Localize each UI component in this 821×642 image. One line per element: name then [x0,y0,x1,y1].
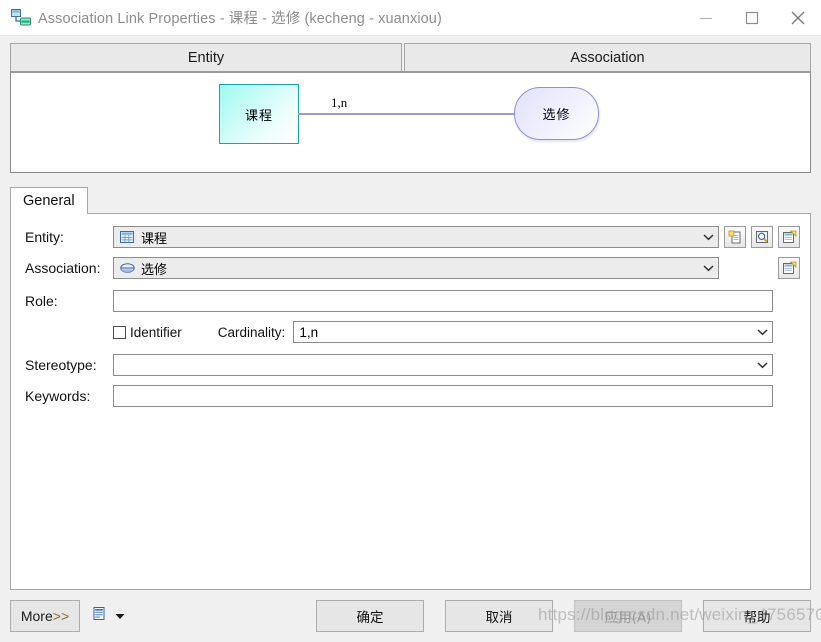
association-link-properties-dialog: Association Link Properties - 课程 - 选修 (k… [0,0,821,642]
association-value: 选修 [141,262,168,278]
apply-button: 应用(A) [574,600,682,632]
entity-chevron-down-icon[interactable] [698,233,718,241]
keywords-label: Keywords: [25,388,91,404]
cancel-button[interactable]: 取消 [445,600,553,632]
association-chevron-down-icon[interactable] [698,264,718,272]
role-input-wrapper[interactable] [113,290,773,312]
dialog-action-buttons: 确定 取消 应用(A) 帮助 [316,600,811,632]
minimize-button[interactable] [683,0,729,36]
general-tab-pane: Entity: 课程 Association: 选修 Role: Identif… [10,214,811,590]
entity-label: Entity: [25,229,64,245]
cardinality-label: Cardinality: [217,324,286,340]
identifier-label: Identifier [130,324,182,340]
association-ellipse-icon [118,261,136,275]
diagram-link-line [298,113,515,115]
maximize-button[interactable] [729,0,775,36]
entity-value: 课程 [141,231,168,247]
stereotype-row-spacer [778,354,800,376]
window-title: Association Link Properties - 课程 - 选修 (k… [38,11,442,27]
identifier-cardinality-row: Identifier Cardinality: 1,n [11,321,810,343]
entity-row: Entity: 课程 [11,226,810,248]
diagram-entity-label: 课程 [244,108,273,124]
diagram-canvas[interactable]: 课程 1,n 选修 [10,71,811,173]
association-row-spacer-a [724,257,746,279]
column-header-association-label: Association [570,49,645,66]
cancel-button-label: 取消 [485,610,513,626]
create-entity-button[interactable] [724,226,746,248]
association-row: Association: 选修 [11,257,810,279]
role-row: Role: [11,290,810,312]
cardinality-value: 1,n [299,324,319,340]
preview-column-headers: Entity Association [10,43,811,71]
stereotype-combobox[interactable] [113,354,773,376]
entity-properties-button[interactable] [778,226,800,248]
association-link-icon [6,7,36,29]
report-print-icon [92,606,108,627]
diagram-cardinality-label: 1,n [331,95,348,110]
dialog-footer: More >> 确定 取消 应用(A) 帮助 https://blog.csdn… [0,590,821,642]
keywords-row-spacer [778,385,800,407]
stereotype-row: Stereotype: [11,354,810,376]
cardinality-combobox[interactable]: 1,n [293,321,773,343]
stereotype-chevron-down-icon[interactable] [752,361,772,369]
help-button-label: 帮助 [743,610,771,626]
stereotype-label: Stereotype: [25,357,97,373]
association-combobox[interactable]: 选修 [113,257,719,279]
identifier-checkbox[interactable] [113,325,126,339]
caret-down-icon[interactable] [115,607,125,625]
title-bar: Association Link Properties - 课程 - 选修 (k… [0,0,821,36]
column-header-entity-label: Entity [187,49,225,66]
tab-general-label: General [23,193,75,209]
column-header-association: Association [404,43,811,71]
tab-strip: General [10,187,811,214]
ok-button-label: 确定 [356,610,384,626]
entity-table-icon [118,230,136,244]
entity-combobox[interactable]: 课程 [113,226,719,248]
diagram-association-shape[interactable]: 选修 [514,87,599,140]
diagram-entity-shape[interactable]: 课程 [219,84,299,144]
association-properties-button[interactable] [778,257,800,279]
more-button-chevrons: >> [52,608,70,624]
close-button[interactable] [775,0,821,36]
role-row-spacer [778,290,800,312]
ok-button[interactable]: 确定 [316,600,424,632]
column-header-entity: Entity [10,43,402,71]
keywords-row: Keywords: [11,385,810,407]
keywords-input-wrapper[interactable] [113,385,773,407]
more-button-label: More [20,608,53,624]
more-button[interactable]: More >> [10,600,80,632]
cardinality-chevron-down-icon[interactable] [752,328,772,336]
window-controls [683,0,821,36]
cardinality-row-spacer [778,321,800,343]
report-dropdown-button[interactable] [92,606,125,627]
association-row-spacer-b [751,257,773,279]
browse-entity-button[interactable] [751,226,773,248]
diagram-association-label: 选修 [542,108,571,123]
preview-panel: Entity Association 课程 1,n 选修 [10,43,811,173]
association-label: Association: [25,260,101,276]
apply-button-label: 应用(A) [604,610,652,626]
tab-general[interactable]: General [10,187,88,214]
help-button[interactable]: 帮助 [703,600,811,632]
role-label: Role: [25,293,58,309]
